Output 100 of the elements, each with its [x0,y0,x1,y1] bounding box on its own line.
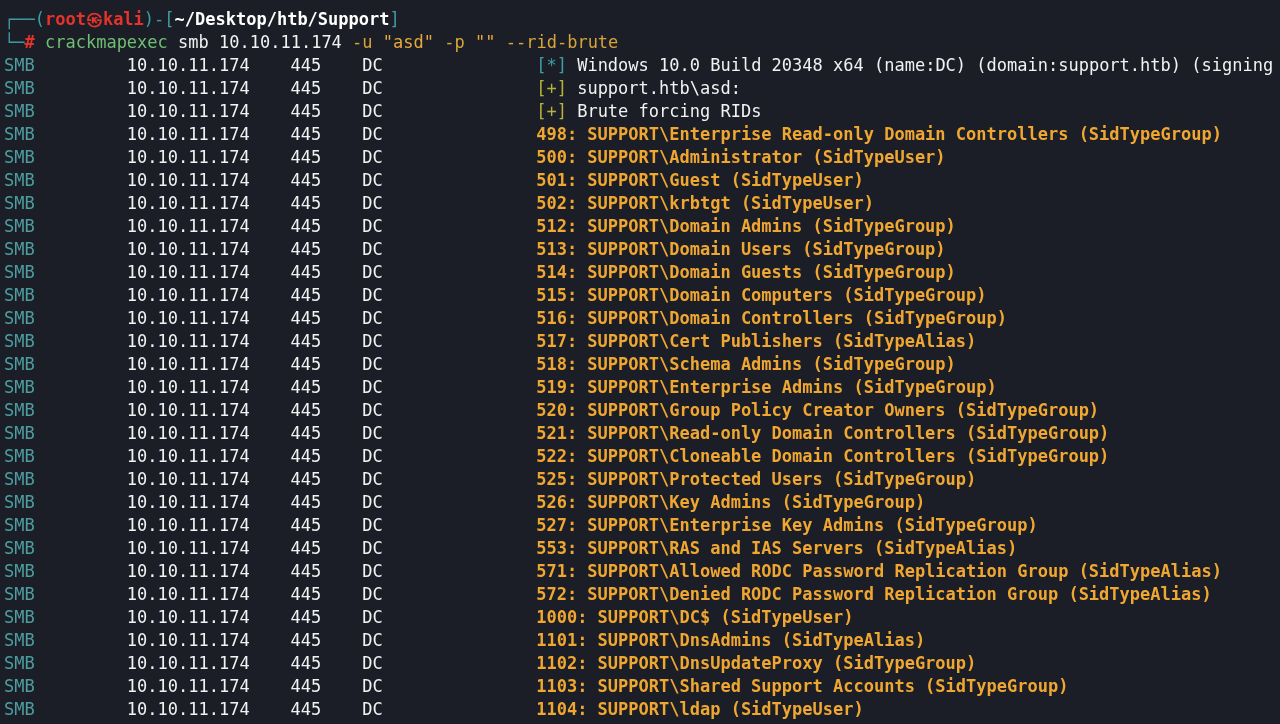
host-address: 10.10.11.174 [126,491,251,514]
port-number: 445 [290,491,323,514]
protocol-text: SMB [4,606,36,629]
protocol-text: SMB [4,560,36,583]
protocol-text: SMB [4,77,36,100]
rid-entry: 525: SUPPORT\Protected Users (SidTypeGroup) [536,468,977,491]
port-number: 445 [290,77,323,100]
protocol-text: SMB [4,537,36,560]
command-token: "asd" [382,31,435,54]
rid-entry: 517: SUPPORT\Cert Publishers (SidTypeAlias) [536,330,977,353]
port-number: 445 [290,675,323,698]
rid-entry: 527: SUPPORT\Enterprise Key Admins (SidTypeGroup) [536,514,1038,537]
port-number: 445 [290,353,323,376]
protocol-text: SMB [4,261,36,284]
prompt-marker: # [24,31,35,54]
protocol-text: SMB [4,284,36,307]
host-name: DC [362,514,384,537]
protocol-text: SMB [4,629,36,652]
rid-entry: 515: SUPPORT\Domain Computers (SidTypeGroup) [536,284,987,307]
port-number: 445 [290,514,323,537]
host-address: 10.10.11.174 [126,629,251,652]
rid-entry: 572: SUPPORT\Denied RODC Password Replication Group (SidTypeAlias) [536,583,1212,606]
host-name: DC [362,376,384,399]
host-address: 10.10.11.174 [126,192,251,215]
rid-entry: 514: SUPPORT\Domain Guests (SidTypeGroup) [536,261,956,284]
host-address: 10.10.11.174 [126,537,251,560]
host-name: DC [362,629,384,652]
protocol-text: SMB [4,100,36,123]
protocol-text: SMB [4,583,36,606]
port-number: 445 [290,215,323,238]
output-text: Brute forcing RIDs [577,100,762,123]
host-address: 10.10.11.174 [126,100,251,123]
host-name: DC [362,560,384,583]
protocol-text: SMB [4,146,36,169]
port-number: 445 [290,376,323,399]
port-number: 445 [290,652,323,675]
port-number: 445 [290,307,323,330]
port-number: 445 [290,698,323,721]
status-marker: [+] [536,100,567,123]
port-number: 445 [290,422,323,445]
rid-entry: 501: SUPPORT\Guest (SidTypeUser) [536,169,864,192]
port-number: 445 [290,261,323,284]
host-name: DC [362,330,384,353]
rid-entry: 502: SUPPORT\krbtgt (SidTypeUser) [536,192,874,215]
protocol-text: SMB [4,652,36,675]
host-name: DC [362,238,384,261]
host-address: 10.10.11.174 [126,422,251,445]
rid-entry: 519: SUPPORT\Enterprise Admins (SidTypeGroup) [536,376,997,399]
host-name: DC [362,468,384,491]
protocol-text: SMB [4,238,36,261]
command-token: crackmapexec [45,31,168,54]
host-address: 10.10.11.174 [126,284,251,307]
host-name: DC [362,606,384,629]
protocol-text: SMB [4,514,36,537]
port-number: 445 [290,399,323,422]
rid-entry: 1000: SUPPORT\DC$ (SidTypeUser) [536,606,854,629]
host-name: DC [362,146,384,169]
host-name: DC [362,261,384,284]
rid-entry: 512: SUPPORT\Domain Admins (SidTypeGroup) [536,215,956,238]
protocol-text: SMB [4,192,36,215]
rid-entry: 526: SUPPORT\Key Admins (SidTypeGroup) [536,491,926,514]
protocol-text: SMB [4,675,36,698]
port-number: 445 [290,537,323,560]
status-marker: [+] [536,77,567,100]
host-address: 10.10.11.174 [126,353,251,376]
host-name: DC [362,169,384,192]
protocol-text: SMB [4,169,36,192]
host-address: 10.10.11.174 [126,238,251,261]
rid-entry: 1102: SUPPORT\DnsUpdateProxy (SidTypeGroup) [536,652,977,675]
port-number: 445 [290,54,323,77]
host-address: 10.10.11.174 [126,54,251,77]
host-name: DC [362,491,384,514]
host-name: DC [362,399,384,422]
host-address: 10.10.11.174 [126,468,251,491]
command-token: "" [475,31,496,54]
host-name: DC [362,77,384,100]
protocol-text: SMB [4,491,36,514]
rid-entry: 521: SUPPORT\Read-only Domain Controllers (SidTypeGroup) [536,422,1110,445]
port-number: 445 [290,169,323,192]
protocol-text: SMB [4,698,36,721]
rid-entry: 520: SUPPORT\Group Policy Creator Owners (SidTypeGroup) [536,399,1100,422]
host-name: DC [362,123,384,146]
host-address: 10.10.11.174 [126,445,251,468]
protocol-text: SMB [4,399,36,422]
host-address: 10.10.11.174 [126,652,251,675]
host-name: DC [362,583,384,606]
host-name: DC [362,284,384,307]
command-token: -p [444,31,465,54]
port-number: 445 [290,192,323,215]
protocol-text: SMB [4,376,36,399]
port-number: 445 [290,629,323,652]
host-address: 10.10.11.174 [126,514,251,537]
port-number: 445 [290,146,323,169]
rid-entry: 522: SUPPORT\Cloneable Domain Controllers (SidTypeGroup) [536,445,1110,468]
host-name: DC [362,445,384,468]
port-number: 445 [290,123,323,146]
host-address: 10.10.11.174 [126,330,251,353]
command-token: -u [352,31,373,54]
protocol-text: SMB [4,54,36,77]
host-address: 10.10.11.174 [126,698,251,721]
